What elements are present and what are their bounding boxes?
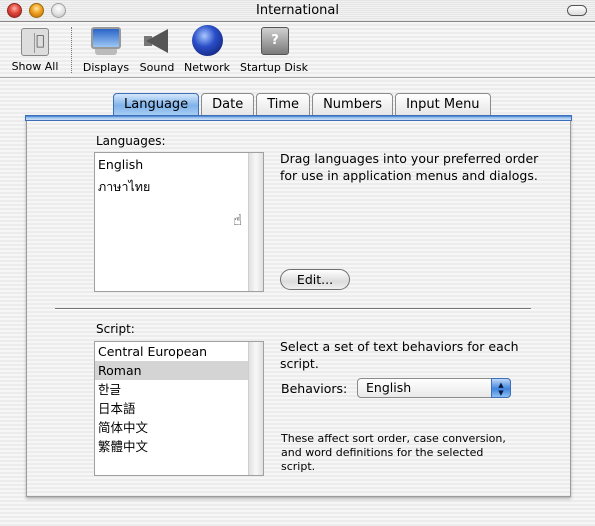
script-note: These affect sort order, case conversion… [281, 432, 506, 473]
languages-description: Drag languages into your preferred order… [280, 151, 539, 183]
script-list[interactable]: Central European Roman 한글 日本語 简体中文 繁體中文 [94, 341, 264, 476]
list-item[interactable]: 繁體中文 [95, 437, 248, 456]
toolbar-label: Show All [11, 60, 59, 73]
script-scrollbar[interactable] [248, 342, 263, 475]
list-item[interactable]: 日本語 [95, 399, 248, 418]
list-item[interactable]: 简体中文 [95, 418, 248, 437]
behaviors-label: Behaviors: [281, 381, 348, 396]
startup-disk-icon: ? [257, 25, 291, 57]
toolbar-label: Displays [82, 61, 130, 74]
tab-language[interactable]: Language [113, 93, 200, 115]
toolbar-label: Network [184, 61, 230, 74]
popup-arrows-icon: ▲ ▼ [491, 378, 511, 398]
script-label: Script: [96, 322, 135, 336]
window-title: International [256, 3, 339, 18]
languages-label: Languages: [96, 134, 166, 148]
toolbar-label: Sound [139, 61, 175, 74]
hand-cursor-icon: ☝ [233, 211, 243, 229]
tab-numbers[interactable]: Numbers [312, 93, 394, 115]
tab-bar: Language Date Time Numbers Input Menu [113, 93, 493, 117]
list-item[interactable]: 한글 [95, 380, 248, 399]
languages-scrollbar[interactable] [248, 153, 263, 291]
toolbar-network[interactable]: Network [183, 25, 231, 74]
list-item[interactable]: Central European [95, 342, 248, 361]
toolbar-separator [71, 27, 72, 73]
toolbar-displays[interactable]: Displays [82, 25, 130, 74]
displays-icon [89, 25, 123, 57]
section-divider [55, 308, 531, 310]
tab-date[interactable]: Date [201, 93, 255, 115]
toolbar-startup-disk[interactable]: ? Startup Disk [239, 25, 309, 74]
behaviors-popup[interactable]: English ▲ ▼ [357, 378, 511, 398]
tab-time[interactable]: Time [256, 93, 311, 115]
network-globe-icon [190, 25, 224, 57]
script-description: Select a set of text behaviors for each … [280, 339, 519, 371]
toolbar-sound[interactable]: Sound [138, 25, 176, 74]
toolbar-label: Startup Disk [240, 61, 308, 74]
list-item-selected[interactable]: Roman [95, 361, 248, 380]
tab-input-menu[interactable]: Input Menu [395, 93, 491, 115]
show-all-icon [21, 28, 49, 56]
list-item[interactable]: ภาษาไทย [95, 177, 248, 196]
list-item[interactable]: English [95, 155, 248, 174]
toolbar-toggle-button[interactable] [567, 5, 587, 16]
toolbar: Show All Displays Sound Network ? Startu… [0, 23, 595, 78]
toolbar-show-all[interactable]: Show All [8, 25, 62, 73]
behaviors-value: English [366, 380, 412, 395]
edit-button[interactable]: Edit... [280, 269, 350, 290]
sound-icon [140, 25, 174, 57]
title-bar: International [0, 0, 595, 22]
